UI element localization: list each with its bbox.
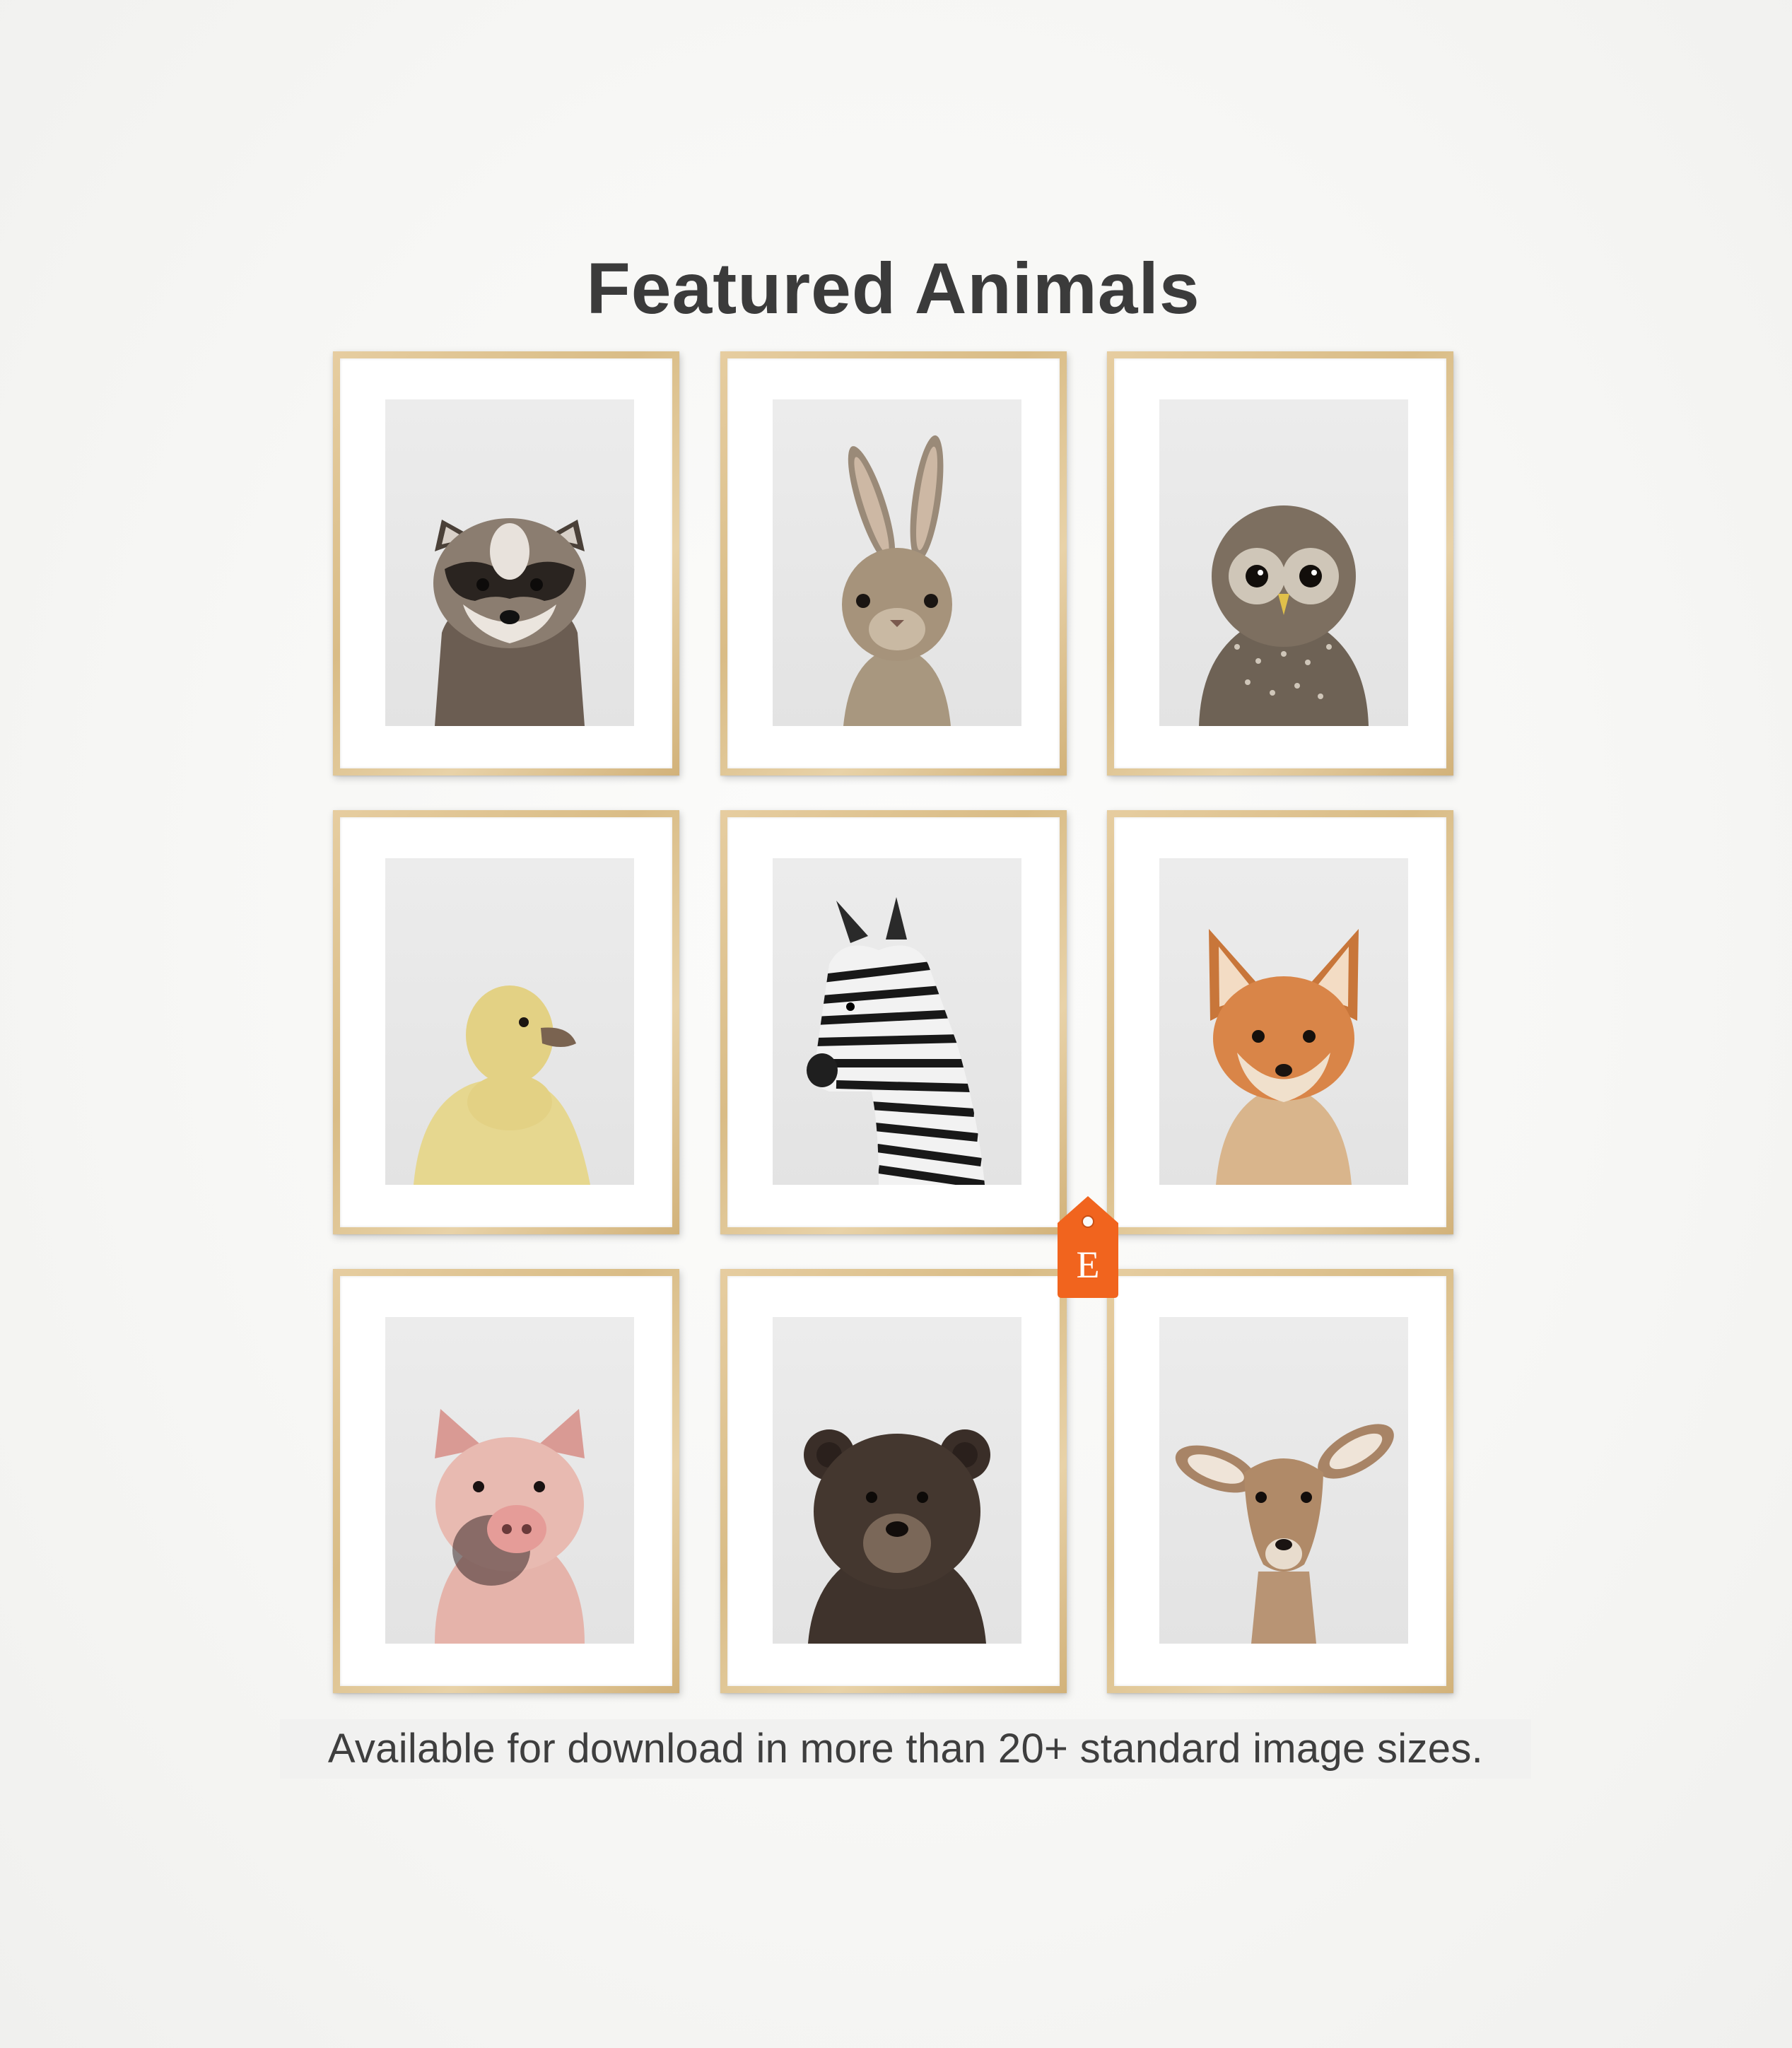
etsy-letter: E — [1077, 1244, 1100, 1286]
print-frame-owl[interactable] — [1107, 351, 1453, 776]
print-frame-raccoon[interactable] — [333, 351, 679, 776]
print-frame-bear[interactable] — [720, 1269, 1067, 1693]
zebra-image — [773, 858, 1021, 1185]
print-mat — [727, 1276, 1060, 1686]
print-mat — [1114, 817, 1446, 1227]
print-mat — [1114, 358, 1446, 768]
print-frame-deer[interactable] — [1107, 1269, 1453, 1693]
caption-text: Available for download in more than 20+ … — [280, 1719, 1531, 1779]
owl-image — [1159, 399, 1408, 726]
etsy-tag-icon[interactable]: E — [1055, 1195, 1121, 1299]
print-frame-zebra[interactable] — [720, 810, 1067, 1234]
page-title: Featured Animals — [586, 248, 1200, 329]
bunny-image — [773, 399, 1021, 726]
print-mat — [340, 358, 672, 768]
print-mat — [1114, 1276, 1446, 1686]
print-mat — [340, 817, 672, 1227]
print-frame-duckling[interactable] — [333, 810, 679, 1234]
print-frame-fox[interactable] — [1107, 810, 1453, 1234]
print-mat — [727, 817, 1060, 1227]
fox-image — [1159, 858, 1408, 1185]
print-frame-pig[interactable] — [333, 1269, 679, 1693]
print-frame-bunny[interactable] — [720, 351, 1067, 776]
bear-image — [773, 1317, 1021, 1644]
deer-image — [1159, 1317, 1408, 1644]
print-mat — [340, 1276, 672, 1686]
duckling-image — [385, 858, 634, 1185]
raccoon-image — [385, 399, 634, 726]
pig-image — [385, 1317, 634, 1644]
print-mat — [727, 358, 1060, 768]
